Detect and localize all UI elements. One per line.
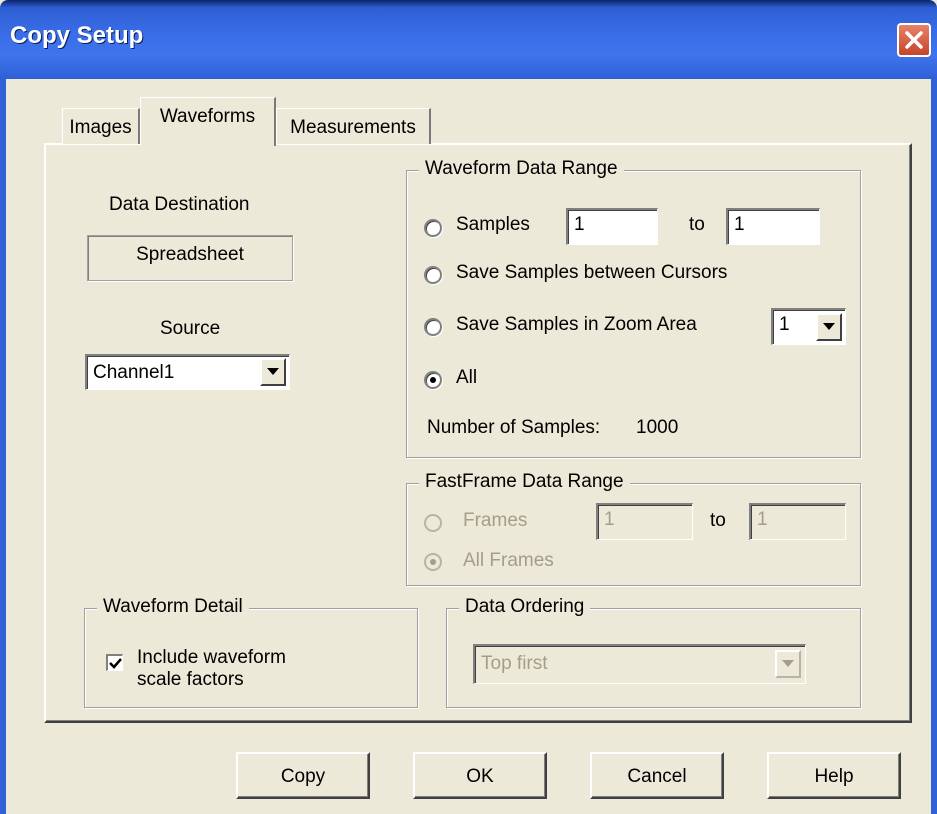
chevron-down-icon [782, 660, 794, 667]
cancel-button[interactable]: Cancel [590, 752, 724, 799]
window-frame-right [931, 79, 937, 814]
source-dropdown-button[interactable] [260, 358, 286, 386]
chevron-down-icon [267, 368, 279, 375]
data-destination-value: Spreadsheet [136, 244, 244, 265]
tab-label: Waveforms [159, 106, 256, 127]
number-of-samples-value: 1000 [636, 417, 679, 438]
samples-to-input[interactable]: 1 [726, 208, 820, 245]
include-scale-factors-label: Include waveform scale factors [137, 647, 286, 691]
data-destination-heading: Data Destination [109, 194, 250, 215]
tab-label: Images [69, 117, 132, 138]
close-icon [905, 31, 923, 49]
group-title: Data Ordering [459, 596, 591, 618]
include-scale-factors-line1: Include waveform [137, 647, 286, 668]
group-title: FastFrame Data Range [419, 471, 630, 493]
source-heading: Source [160, 318, 221, 339]
frames-label: Frames [463, 510, 528, 531]
source-select[interactable]: Channel1 [85, 354, 290, 390]
copy-button[interactable]: Copy [236, 752, 370, 799]
samples-to-label: to [689, 214, 705, 235]
frames-to-input[interactable]: 1 [749, 503, 846, 540]
all-frames-label: All Frames [463, 550, 554, 571]
all-label: All [456, 367, 478, 388]
data-ordering-selected: Top first [481, 653, 548, 674]
include-scale-factors-checkbox[interactable] [106, 654, 123, 671]
data-destination-box: Spreadsheet [87, 235, 293, 281]
samples-label: Samples [456, 214, 530, 235]
tab-measurements[interactable]: Measurements [276, 108, 431, 144]
ok-button[interactable]: OK [413, 752, 547, 799]
tab-waveforms[interactable]: Waveforms [140, 97, 276, 146]
radio-selected-dot [430, 559, 436, 565]
number-of-samples-label: Number of Samples: [427, 417, 601, 438]
checkmark-icon [109, 658, 122, 669]
radio-frames[interactable] [424, 514, 442, 532]
radio-all[interactable] [424, 371, 442, 389]
radio-all-frames[interactable] [424, 553, 442, 571]
chevron-down-icon [823, 323, 835, 330]
between-cursors-label: Save Samples between Cursors [456, 262, 728, 283]
radio-between-cursors[interactable] [424, 266, 442, 284]
window-frame-left [0, 79, 6, 814]
zoom-dropdown-button[interactable] [816, 313, 842, 341]
samples-from-input[interactable]: 1 [566, 208, 658, 245]
group-title: Waveform Detail [97, 596, 249, 618]
tab-label: Measurements [290, 117, 416, 138]
close-button[interactable] [897, 23, 931, 57]
window-title: Copy Setup [10, 22, 144, 49]
radio-selected-dot [430, 377, 436, 383]
frames-to-label: to [710, 510, 726, 531]
zoom-area-label: Save Samples in Zoom Area [456, 314, 697, 335]
radio-zoom-area[interactable] [424, 318, 442, 336]
radio-samples[interactable] [424, 219, 442, 237]
source-selected: Channel1 [93, 362, 175, 383]
zoom-area-select[interactable]: 1 [771, 308, 846, 345]
group-title: Waveform Data Range [419, 158, 624, 180]
help-button[interactable]: Help [767, 752, 901, 799]
data-ordering-dropdown-button[interactable] [775, 650, 801, 678]
tab-images[interactable]: Images [62, 108, 140, 144]
frames-from-input[interactable]: 1 [596, 503, 693, 540]
zoom-area-selected: 1 [779, 314, 790, 335]
data-ordering-select[interactable]: Top first [473, 644, 806, 684]
include-scale-factors-line2: scale factors [137, 669, 244, 690]
